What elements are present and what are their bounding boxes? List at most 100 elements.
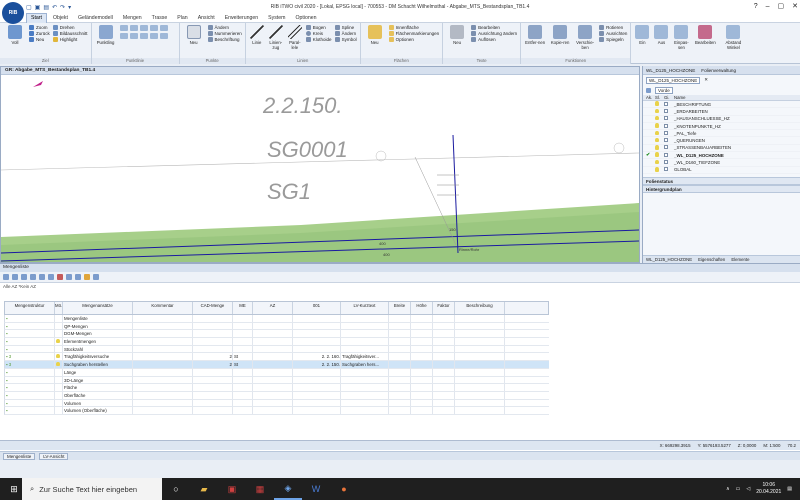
text-shaft-id[interactable]: SG0001: [267, 137, 348, 162]
minimize-button[interactable]: –: [766, 0, 770, 14]
new-point-button[interactable]: Neu: [183, 25, 205, 45]
app-logo[interactable]: RIB: [2, 2, 24, 24]
grid-col-header[interactable]: Beschreibung: [455, 302, 505, 314]
copy-button[interactable]: Kopie-ren: [549, 25, 571, 45]
tab-objekt[interactable]: Objekt: [49, 14, 72, 23]
grid-col-header[interactable]: CAD-Menge: [193, 302, 233, 314]
tab-start[interactable]: Start: [26, 13, 47, 23]
taskbar-clock[interactable]: 10:06 20.04.2021: [756, 482, 781, 496]
visibility-bulb-icon[interactable]: [655, 159, 664, 166]
align-button[interactable]: Ausrichten: [599, 31, 627, 36]
tree-node-icon[interactable]: ▪: [6, 362, 8, 367]
tool-delete-icon[interactable]: [57, 274, 63, 280]
symbol-button[interactable]: Symbol: [334, 37, 357, 42]
footer-tab-properties[interactable]: Eigenschaften: [698, 257, 725, 262]
tool-copy-icon[interactable]: [66, 274, 72, 280]
text-sg1[interactable]: SG1: [267, 179, 311, 204]
tool-export-icon[interactable]: [84, 274, 90, 280]
tree-node-icon[interactable]: ▪: [6, 339, 8, 344]
edit-point-button[interactable]: Ändern: [207, 25, 242, 30]
tab-mengen[interactable]: Mengen: [119, 14, 146, 23]
tool-add-icon[interactable]: [48, 274, 54, 280]
table-row[interactable]: ▪ Stückzahl: [4, 345, 549, 354]
network-icon[interactable]: ▭: [736, 486, 741, 492]
lock-checkbox[interactable]: [664, 160, 674, 165]
tree-node-icon[interactable]: ▪: [6, 331, 8, 336]
tree-node-icon[interactable]: ▪: [6, 316, 8, 321]
volume-icon[interactable]: ◁: [746, 486, 750, 492]
tool-calc-icon[interactable]: [75, 274, 81, 280]
mirror-button[interactable]: Spiegeln: [599, 37, 627, 42]
text-align-button[interactable]: Ausrichtung ändern: [471, 31, 517, 36]
tool-sort-icon[interactable]: [21, 274, 27, 280]
visibility-bulb-icon[interactable]: [655, 130, 664, 137]
app-icon-calendar[interactable]: ▦: [246, 478, 274, 500]
itwo-civil-taskbar-icon[interactable]: ◈: [274, 478, 302, 500]
polyline-button[interactable]: Linien-zug: [268, 25, 284, 50]
table-row[interactable]: ▪ 3 Tragfähigkeitsversuche 2 St 2. 2. 160. Tr…: [4, 353, 549, 362]
layer-on-button[interactable]: Ein: [634, 25, 650, 45]
distance-angle-button[interactable]: Abstand Winkel: [720, 25, 746, 50]
tab-plan[interactable]: Plan: [173, 14, 191, 23]
tab-current-layer[interactable]: WL_D125_HOCHZONE: [646, 68, 695, 73]
tool-expand-icon[interactable]: [30, 274, 36, 280]
maximize-button[interactable]: ▢: [778, 0, 785, 14]
table-row[interactable]: ▪ 3D-Länge: [4, 376, 549, 385]
layer-row[interactable]: _HAUSANSCHLUESSE_HZ: [643, 115, 800, 123]
tool-settings-icon[interactable]: [93, 274, 99, 280]
table-row[interactable]: ▪ Elementmengen: [4, 338, 549, 346]
edit-button[interactable]: Bearbeiten: [693, 25, 717, 45]
tool-collapse-icon[interactable]: [39, 274, 45, 280]
grid-col-header[interactable]: Breite: [389, 302, 411, 314]
circle-button[interactable]: Kreis: [305, 31, 332, 36]
footer-tab-elements[interactable]: Elemente: [731, 257, 749, 262]
area-options-button[interactable]: Optionen: [388, 37, 440, 42]
line-button[interactable]: Linie: [249, 25, 265, 45]
image-section-button[interactable]: Bildausschnitt: [52, 31, 88, 36]
layer-filter-combo[interactable]: Vorde: [655, 86, 673, 94]
lock-checkbox[interactable]: [664, 130, 674, 136]
inner-area-button[interactable]: Innenfläche: [388, 25, 440, 30]
drawing-viewport[interactable]: GR: Abgabe_MTS_Bestandsplan_TB1.4 2.2.15…: [0, 66, 640, 263]
layer-off-button[interactable]: Aus: [653, 25, 669, 45]
close-button[interactable]: ✕: [792, 0, 798, 14]
tree-node-icon[interactable]: ▪: [6, 347, 8, 352]
table-row[interactable]: ▪ Mengenliste: [4, 315, 549, 323]
table-row[interactable]: ▪ Fläche: [4, 384, 549, 392]
grid-col-header[interactable]: Mengenansätze: [63, 302, 133, 314]
delete-button[interactable]: Entfer-nen: [524, 25, 546, 45]
tool-check-icon[interactable]: [3, 274, 9, 280]
word-icon[interactable]: W: [302, 478, 330, 500]
tab-system[interactable]: System: [264, 14, 289, 23]
new-area-button[interactable]: Neu: [364, 25, 386, 45]
tool-filter-icon[interactable]: [12, 274, 18, 280]
taskbar-search[interactable]: ⌕ Zur Suche Text hier eingeben: [22, 478, 162, 500]
highlight-button[interactable]: Highlight: [52, 37, 88, 42]
tab-layer-management[interactable]: Folienverwaltung: [701, 68, 736, 73]
lock-checkbox[interactable]: [664, 145, 674, 150]
current-layer-combo[interactable]: WL_D125_HOCHZONE: [646, 76, 701, 84]
point-line-button[interactable]: Punktling: [95, 25, 117, 45]
parallel-button[interactable]: Paral-lele: [287, 25, 303, 50]
clothoid-button[interactable]: Klothoide: [305, 37, 332, 42]
zoom-button[interactable]: Zoom: [29, 25, 50, 30]
lock-checkbox[interactable]: [664, 116, 674, 121]
lock-checkbox[interactable]: [664, 101, 674, 107]
app-icon-red[interactable]: ▣: [218, 478, 246, 500]
tab-gelaendemodell[interactable]: Geländemodell: [74, 14, 117, 23]
visibility-bulb-icon[interactable]: [655, 152, 664, 158]
point-label-button[interactable]: Beschriftung: [207, 37, 242, 42]
tab-erweiterungen[interactable]: Erweiterungen: [221, 14, 262, 23]
tree-node-icon[interactable]: ▪: [6, 324, 8, 329]
help-icon[interactable]: ?: [754, 0, 758, 14]
layer-row[interactable]: _PAL_Tiefe: [643, 130, 800, 138]
text-position[interactable]: 2.2.150.: [262, 93, 343, 118]
section-background-plan[interactable]: Hintergrundplan: [643, 184, 800, 193]
task-view-icon[interactable]: ○: [162, 478, 190, 500]
visibility-bulb-icon[interactable]: [655, 108, 664, 115]
layer-row[interactable]: _KNOTENPUNKTE_HZ: [643, 123, 800, 131]
windows-start-icon[interactable]: ⊞: [0, 478, 28, 500]
edit-text-button[interactable]: Bearbeiten: [471, 25, 517, 30]
visibility-bulb-icon[interactable]: [655, 123, 664, 129]
tree-node-icon[interactable]: ▪: [6, 401, 8, 406]
